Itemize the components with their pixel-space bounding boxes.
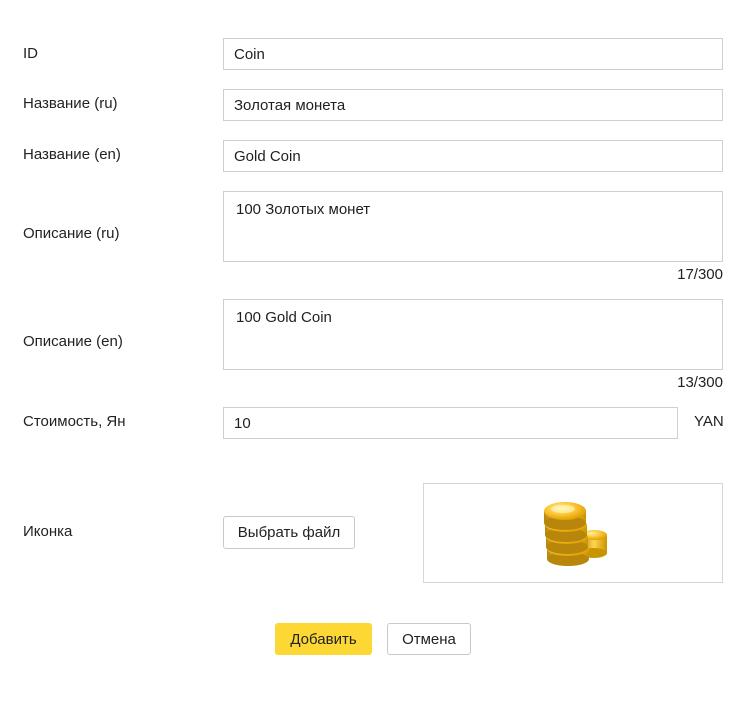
description-ru-counter: 17/300 <box>677 266 723 283</box>
name-en-label: Название (en) <box>23 146 121 163</box>
icon-label: Иконка <box>23 523 73 540</box>
price-input[interactable] <box>223 407 678 439</box>
id-label: ID <box>23 45 38 62</box>
description-en-label: Описание (en) <box>23 333 123 350</box>
description-en-textarea[interactable]: 100 Gold Coin <box>223 299 723 370</box>
name-en-input[interactable] <box>223 140 723 172</box>
add-button[interactable]: Добавить <box>275 623 372 655</box>
price-label: Стоимость, Ян <box>23 413 126 430</box>
description-en-counter: 13/300 <box>677 374 723 391</box>
cancel-button[interactable]: Отмена <box>387 623 471 655</box>
description-ru-label: Описание (ru) <box>23 225 120 242</box>
currency-suffix: YAN <box>694 413 724 430</box>
icon-preview <box>423 483 723 583</box>
name-ru-input[interactable] <box>223 89 723 121</box>
name-ru-label: Название (ru) <box>23 95 118 112</box>
choose-file-button[interactable]: Выбрать файл <box>223 516 355 549</box>
id-input[interactable] <box>223 38 723 70</box>
gold-coins-icon <box>544 502 607 566</box>
description-ru-textarea[interactable]: 100 Золотых монет <box>223 191 723 262</box>
